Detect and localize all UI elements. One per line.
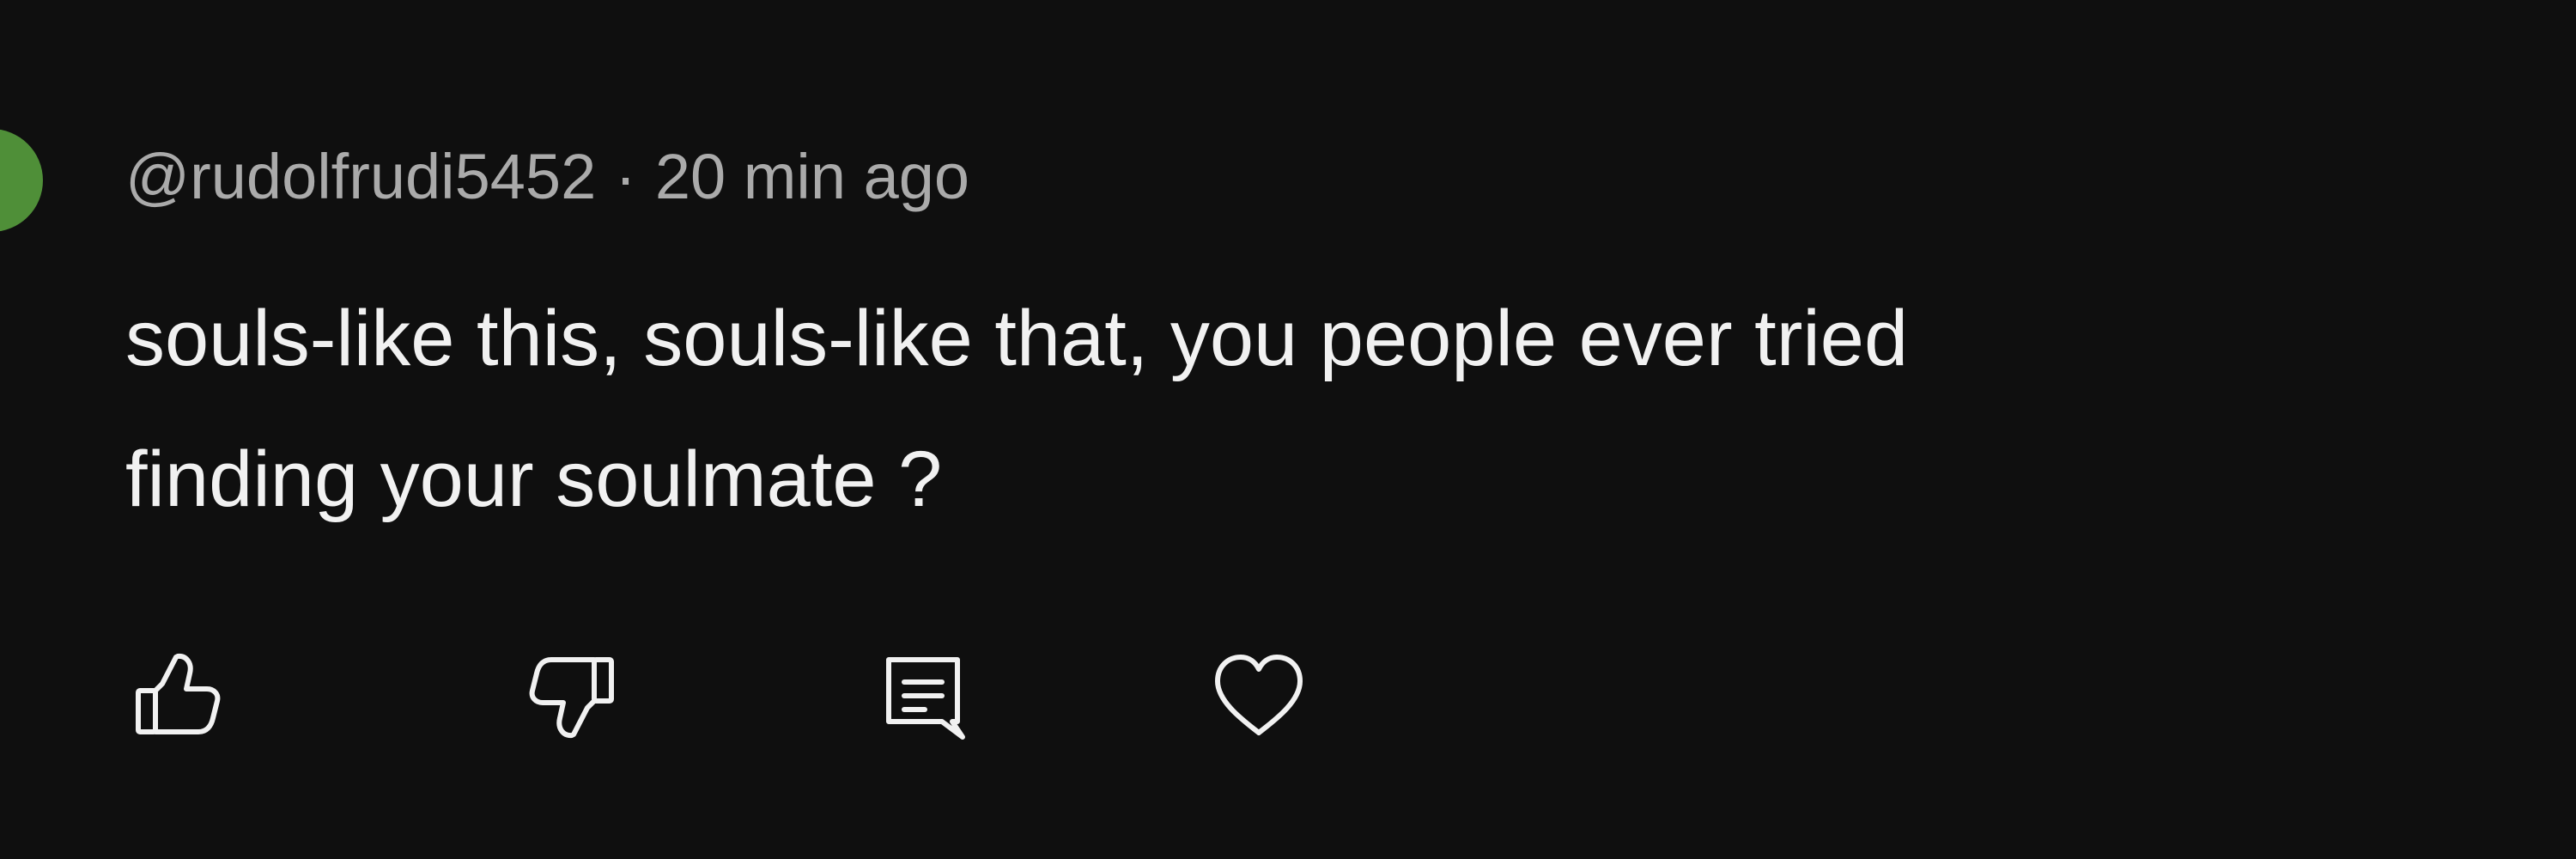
reply-comment-icon — [886, 657, 965, 740]
comment-text: souls-like this, souls-like that, you pe… — [125, 295, 1909, 523]
heart-button[interactable] — [1199, 636, 1319, 756]
meta-separator: · — [615, 141, 636, 212]
comment-timestamp[interactable]: 20 min ago — [655, 141, 969, 212]
author-handle[interactable]: @rudolfrudi5452 — [125, 141, 596, 212]
heart-icon — [1215, 655, 1303, 735]
comment-actions — [0, 636, 2576, 756]
comment-card: @rudolfrudi5452 · 20 min ago souls-like th… — [0, 0, 2576, 859]
avatar[interactable] — [0, 129, 43, 232]
thumbs-down-icon — [529, 657, 614, 739]
reply-button[interactable] — [863, 636, 983, 756]
comment-meta: @rudolfrudi5452 · 20 min ago — [125, 134, 969, 220]
like-button[interactable] — [116, 636, 236, 756]
thumbs-up-icon — [136, 653, 221, 734]
dislike-button[interactable] — [513, 636, 634, 756]
